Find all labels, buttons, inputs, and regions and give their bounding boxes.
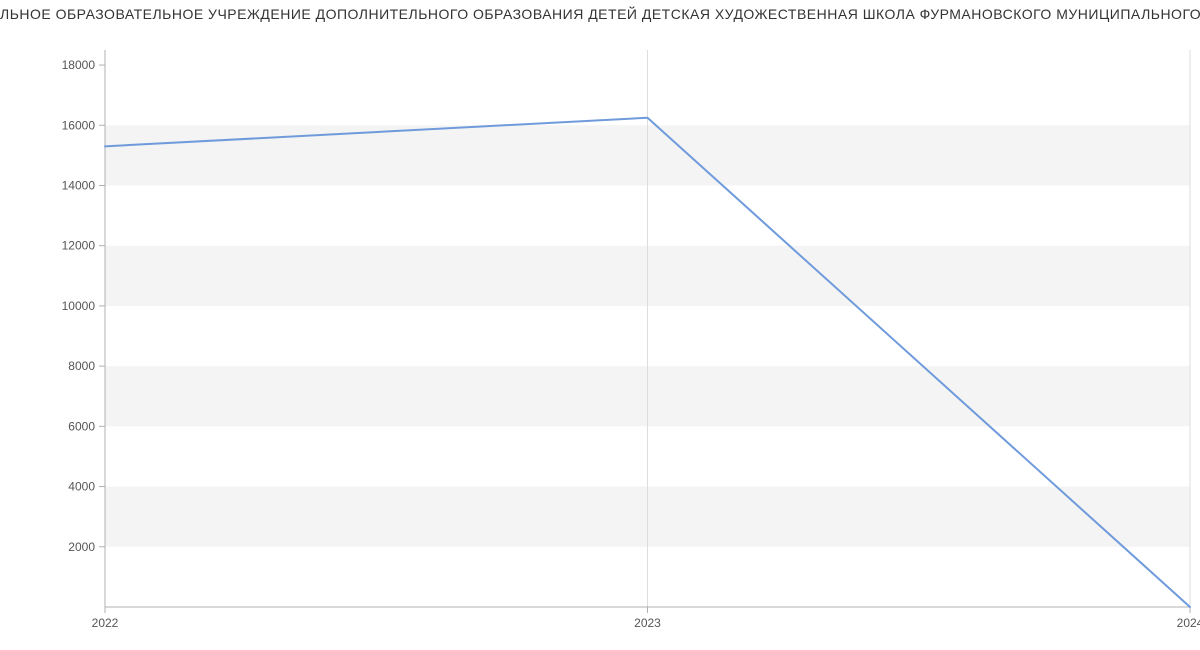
x-tick-label: 2022 bbox=[92, 616, 119, 630]
y-tick-label: 6000 bbox=[68, 419, 95, 433]
y-tick-label: 14000 bbox=[62, 178, 96, 192]
x-tick-label: 2024 bbox=[1177, 616, 1200, 630]
y-tick-label: 2000 bbox=[68, 540, 95, 554]
chart-title: ЛЬНОЕ ОБРАЗОВАТЕЛЬНОЕ УЧРЕЖДЕНИЕ ДОПОЛНИ… bbox=[0, 6, 1200, 22]
chart-container: 2000 4000 6000 8000 10000 12000 14000 16000 1800… bbox=[0, 30, 1200, 650]
y-tick-label: 4000 bbox=[68, 480, 95, 494]
x-tick-label: 2023 bbox=[634, 616, 661, 630]
y-tick-label: 10000 bbox=[62, 299, 96, 313]
y-tick-label: 8000 bbox=[68, 359, 95, 373]
chart-svg: 2000 4000 6000 8000 10000 12000 14000 16000 1800… bbox=[0, 30, 1200, 650]
y-tick-label: 12000 bbox=[62, 239, 96, 253]
y-tick-label: 18000 bbox=[62, 58, 96, 72]
y-tick-label: 16000 bbox=[62, 118, 96, 132]
